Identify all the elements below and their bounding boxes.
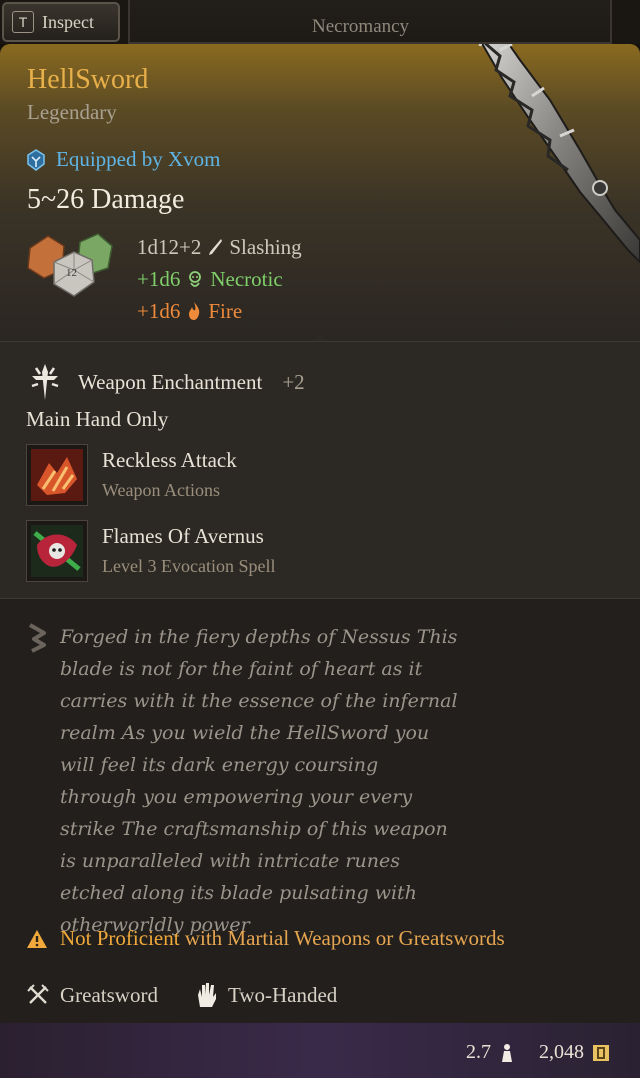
damage-range: 5~26 Damage xyxy=(27,184,185,215)
hellsword-image xyxy=(478,44,640,264)
footer-values: 2.7 2,048 xyxy=(466,1041,610,1064)
warning-text: Not Proficient with Martial Weapons or G… xyxy=(60,926,505,951)
weapon-enchantment-row: Weapon Enchantment +2 xyxy=(26,362,305,402)
necromancy-tab-label: Necromancy xyxy=(312,16,410,37)
damage-line-fire: +1d6 Fire xyxy=(137,295,302,327)
weight-icon xyxy=(502,1043,512,1062)
top-bar: T Inspect Necromancy xyxy=(0,0,640,44)
slashing-icon xyxy=(209,239,223,255)
warning-icon xyxy=(27,929,47,948)
equipped-by-row: Equipped by Xvom xyxy=(24,147,220,172)
damage-line-necrotic: +1d6 Necrotic xyxy=(137,263,302,295)
enchantment-icon xyxy=(31,364,59,400)
helmet-icon xyxy=(27,148,45,171)
inspect-key-cap: T xyxy=(12,11,34,33)
damage-line-slashing: 1d12+2 Slashing xyxy=(137,231,302,263)
item-name: HellSword xyxy=(27,64,149,95)
fire-dice: +1d6 xyxy=(137,298,181,323)
inspect-button[interactable]: T Inspect xyxy=(2,2,120,42)
quill-icon xyxy=(29,623,46,653)
enchantment-bonus: +2 xyxy=(282,369,305,394)
action-flames-of-avernus[interactable]: Flames Of Avernus Level 3 Evocation Spel… xyxy=(26,520,626,584)
proficiency-warning: Not Proficient with Martial Weapons or G… xyxy=(26,926,505,951)
necrotic-type: Necrotic xyxy=(210,266,283,291)
section-divider-notch xyxy=(313,333,327,341)
item-header: HellSword Legendary Equipped by Xvom 5~2… xyxy=(0,44,640,341)
action-subtitle: Weapon Actions xyxy=(102,480,221,500)
warning-not-proficient: Not Proficient xyxy=(60,926,180,950)
flames-of-avernus-icon xyxy=(26,520,88,582)
main-hand-only: Main Hand Only xyxy=(26,407,169,431)
slashing-type: Slashing xyxy=(229,234,302,259)
handedness: Two-Handed xyxy=(227,982,338,1007)
fire-icon xyxy=(189,302,200,320)
enchantment-name: Weapon Enchantment xyxy=(78,369,263,394)
crossed-swords-icon xyxy=(27,984,49,1004)
dice-icon: 12 xyxy=(27,233,113,297)
item-value: 2,048 xyxy=(539,1041,584,1063)
item-footer: 2.7 2,048 xyxy=(0,1023,640,1078)
enchantment-section: Weapon Enchantment +2 Main Hand Only Rec… xyxy=(0,341,640,598)
damage-lines: 1d12+2 Slashing +1d6 Necrotic +1d6 Fire xyxy=(137,231,302,327)
warning-detail: with Martial Weapons or Greatswords xyxy=(184,926,505,950)
equipped-by-text: Equipped by Xvom xyxy=(56,147,221,171)
weapon-properties: Greatsword Two-Handed xyxy=(26,981,337,1009)
gold-icon xyxy=(593,1044,609,1061)
action-name: Flames Of Avernus xyxy=(102,524,264,548)
item-rarity: Legendary xyxy=(27,100,117,124)
hand-icon xyxy=(197,983,216,1007)
necrotic-icon xyxy=(189,271,202,287)
die-number: 12 xyxy=(66,267,77,279)
action-subtitle: Level 3 Evocation Spell xyxy=(102,556,276,576)
reckless-attack-icon xyxy=(26,444,88,506)
action-reckless-attack[interactable]: Reckless Attack Weapon Actions xyxy=(26,444,626,508)
item-weight: 2.7 xyxy=(466,1041,491,1063)
item-tooltip-card: HellSword Legendary Equipped by Xvom 5~2… xyxy=(0,44,640,1078)
weapon-type: Greatsword xyxy=(60,982,158,1007)
fire-type: Fire xyxy=(208,298,243,323)
item-description: Forged in the fiery depths of Nessus Thi… xyxy=(60,626,458,936)
action-name: Reckless Attack xyxy=(102,448,237,472)
slashing-dice: 1d12+2 xyxy=(137,234,202,259)
inspect-label: Inspect xyxy=(42,11,94,32)
necrotic-dice: +1d6 xyxy=(137,266,181,291)
description-section: Forged in the fiery depths of Nessus Thi… xyxy=(0,598,640,1078)
